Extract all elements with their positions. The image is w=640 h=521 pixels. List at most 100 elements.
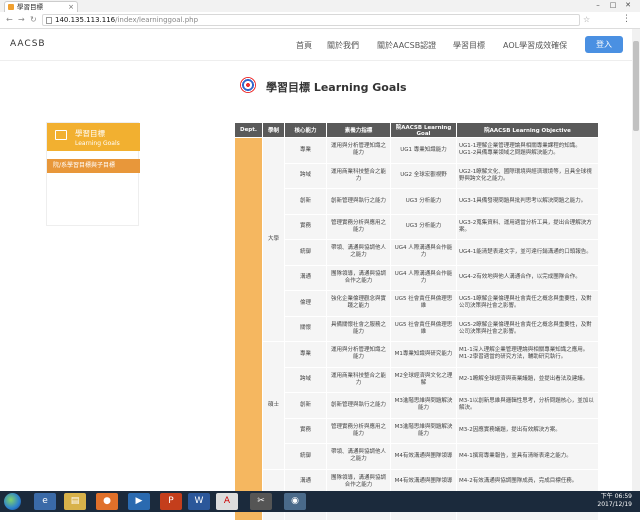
- forward-icon[interactable]: →: [18, 15, 25, 25]
- header-learning-goal: 院AACSB Learning Goal: [390, 122, 457, 138]
- objective-cell: UG1-1理解企業管理理論與相關專業課程的知識。 UG1-2具備專業領域之問題與…: [456, 137, 599, 164]
- site-header: AACSB 首頁 關於我們 關於AACSB認證 學習目標 AOL學習成效確保 登…: [0, 29, 632, 61]
- learning-goals-table: Dept. 學制 核心能力 素養力指標 院AACSB Learning Goal…: [234, 122, 599, 521]
- indicator-cell: 運用商業科技整合之能力: [326, 366, 391, 393]
- table-row: 實務 管理實務分析與應用之能力 M3進階思維與問題解決能力 M3-2因應實務議題，提出…: [235, 417, 599, 444]
- sidebar-subtitle: Learning Goals: [75, 140, 120, 147]
- goal-cell: M2全球經濟與文化之理解: [390, 366, 457, 393]
- competency-cell: 跨域: [284, 162, 327, 189]
- header-level: 學制: [262, 122, 285, 138]
- competency-cell: 關懷: [284, 315, 327, 342]
- nav-home[interactable]: 首頁: [296, 40, 312, 51]
- book-icon: [55, 130, 67, 140]
- competency-cell: 創新: [284, 188, 327, 215]
- sidebar-title: 學習目標: [75, 129, 105, 138]
- nav-aol[interactable]: AOL學習成效確保: [503, 40, 567, 51]
- site-logo[interactable]: AACSB: [10, 39, 46, 49]
- competency-cell: 溝通: [284, 264, 327, 291]
- objective-cell: M3-2因應實務議題，提出有效解決方案。: [456, 417, 599, 444]
- indicator-cell: 創新管理與執行之能力: [326, 392, 391, 419]
- objective-cell: UG3-2蒐集資料、運用適當分析工具，提出合理解決方案。: [456, 213, 599, 240]
- objective-cell: M4-1撰寫專業報告，並具有清晰表達之能力。: [456, 443, 599, 470]
- table-row: 碩士 專業 運用與分析管理知識之能力 M1專業知識與研究能力 M1-1深入理解企業管理理…: [235, 341, 599, 470]
- table-row: 倫理 強化企業倫理觀念與實踐之能力 UG5 社會責任與倫理思維 UG5-1瞭解企業倫理…: [235, 290, 599, 317]
- indicator-cell: 帶領、溝通與協調他人之能力: [326, 239, 391, 266]
- competency-cell: 專業: [284, 137, 327, 164]
- browser-menu-icon[interactable]: ⋮: [622, 14, 631, 24]
- sidebar-item-goals[interactable]: 院/系學習目標與子目標: [47, 159, 140, 173]
- browser-toolbar: ← → ↻ 140.135.113.116/index/learninggoal…: [0, 12, 640, 29]
- competency-cell: 跨域: [284, 366, 327, 393]
- back-icon[interactable]: ←: [6, 15, 13, 25]
- objective-cell: M1-1深入理解企業管理理論與相關專業知識之應用。 M1-2學習適當的研究方法，…: [456, 341, 599, 368]
- goal-cell: M3進階思維與問題解決能力: [390, 417, 457, 444]
- minimize-icon[interactable]: –: [592, 1, 604, 10]
- folder-icon[interactable]: ▤: [64, 493, 86, 510]
- competency-cell: 統御: [284, 443, 327, 470]
- table-header-row: Dept. 學制 核心能力 素養力指標 院AACSB Learning Goal…: [234, 122, 599, 138]
- maximize-icon[interactable]: □: [607, 1, 619, 10]
- goal-cell: M3進階思維與問題解決能力: [390, 392, 457, 419]
- competency-cell: 創新: [284, 392, 327, 419]
- powerpoint-icon[interactable]: P: [160, 493, 182, 510]
- goal-cell: UG3 分析能力: [390, 213, 457, 240]
- window-close-icon[interactable]: ✕: [622, 1, 634, 10]
- system-clock[interactable]: 下午 06:59 2017/12/19: [597, 493, 632, 509]
- media-icon[interactable]: ▶: [128, 493, 150, 510]
- browser-tab[interactable]: 學習目標 ×: [4, 1, 78, 12]
- favicon-icon: [8, 4, 14, 10]
- snipping-icon[interactable]: ✂: [250, 493, 272, 510]
- goal-cell: UG1 專業知識能力: [390, 137, 457, 164]
- indicator-cell: 運用與分析管理知識之能力: [326, 341, 391, 368]
- indicator-cell: 帶領、溝通與協調他人之能力: [326, 443, 391, 470]
- nav-aacsb[interactable]: 關於AACSB認證: [377, 40, 436, 51]
- reload-icon[interactable]: ↻: [30, 15, 37, 25]
- page-scrollbar[interactable]: [632, 29, 640, 491]
- objective-cell: UG4-1能清楚表達文字，並可達行銷溝通的口頭報告。: [456, 239, 599, 266]
- close-tab-icon[interactable]: ×: [68, 2, 74, 12]
- word-icon[interactable]: W: [188, 493, 210, 510]
- goal-cell: UG5 社會責任與倫理思維: [390, 290, 457, 317]
- address-bar[interactable]: 140.135.113.116/index/learninggoal.php: [42, 14, 580, 26]
- competency-cell: 實務: [284, 213, 327, 240]
- level-cell: 碩士: [262, 341, 285, 470]
- objective-cell: UG4-2有效地與他人溝通合作，以完成團隊合作。: [456, 264, 599, 291]
- url-path: /index/learninggoal.php: [115, 16, 199, 24]
- page-title: 學習目標 Learning Goals: [266, 81, 407, 94]
- indicator-cell: 運用與分析管理知識之能力: [326, 137, 391, 164]
- scroll-thumb[interactable]: [633, 41, 639, 131]
- objective-cell: UG5-1瞭解企業倫理與社會責任之概念與重要性，及對公司決策與社會之影響。: [456, 290, 599, 317]
- indicator-cell: 團隊領導，溝通與協調合作之能力: [326, 264, 391, 291]
- competency-cell: 倫理: [284, 290, 327, 317]
- level-cell: 大學: [262, 137, 285, 342]
- taskbar: e ▤ ● ▶ P W A ✂ ◉ 下午 06:59 2017/12/19: [0, 491, 640, 512]
- clock-date: 2017/12/19: [597, 501, 632, 508]
- competency-cell: 統御: [284, 239, 327, 266]
- chrome-icon[interactable]: ◉: [284, 493, 306, 510]
- browser-titlebar: 學習目標 × – □ ✕: [0, 0, 640, 12]
- table-row: 跨域 運用商業科技整合之能力 UG2 全球宏觀視野 UG2-1瞭解文化、國際環境與經濟…: [235, 162, 599, 189]
- table-row: 統御 帶領、溝通與協調他人之能力 M4有效溝通與團隊領導 M4-1撰寫專業報告，並具有…: [235, 443, 599, 470]
- table-row: 關懷 具備關懷社會之服務之能力 UG5 社會責任與倫理思維 UG5-2瞭解企業倫理與社…: [235, 315, 599, 342]
- pdf-icon[interactable]: A: [216, 493, 238, 510]
- firefox-icon[interactable]: ●: [96, 493, 118, 510]
- goal-cell: UG2 全球宏觀視野: [390, 162, 457, 189]
- indicator-cell: 管理實務分析與應用之能力: [326, 213, 391, 240]
- nav-learning-goals[interactable]: 學習目標: [453, 40, 485, 51]
- bookmark-star-icon[interactable]: ☆: [583, 15, 590, 24]
- table-row: 跨域 運用商業科技整合之能力 M2全球經濟與文化之理解 M2-1瞭解全球經濟與商業議題…: [235, 366, 599, 393]
- indicator-cell: 創新管理與執行之能力: [326, 188, 391, 215]
- goal-cell: M1專業知識與研究能力: [390, 341, 457, 368]
- goal-cell: UG4 人際溝通與合作能力: [390, 264, 457, 291]
- table-row: 創新 創新管理與執行之能力 UG3 分析能力 UG3-1具備發現問題與批判思考以解決問…: [235, 188, 599, 215]
- dept-cell: [234, 137, 263, 521]
- objective-cell: UG3-1具備發現問題與批判思考以解決問題之能力。: [456, 188, 599, 215]
- competency-cell: 專業: [284, 341, 327, 368]
- nav-about[interactable]: 關於我們: [327, 40, 359, 51]
- ie-icon[interactable]: e: [34, 493, 56, 510]
- table-row: 統御 帶領、溝通與協調他人之能力 UG4 人際溝通與合作能力 UG4-1能清楚表達文字…: [235, 239, 599, 266]
- header-indicator: 素養力指標: [326, 122, 391, 138]
- login-button[interactable]: 登入: [585, 36, 623, 53]
- start-icon[interactable]: [4, 493, 21, 510]
- indicator-cell: 管理實務分析與應用之能力: [326, 417, 391, 444]
